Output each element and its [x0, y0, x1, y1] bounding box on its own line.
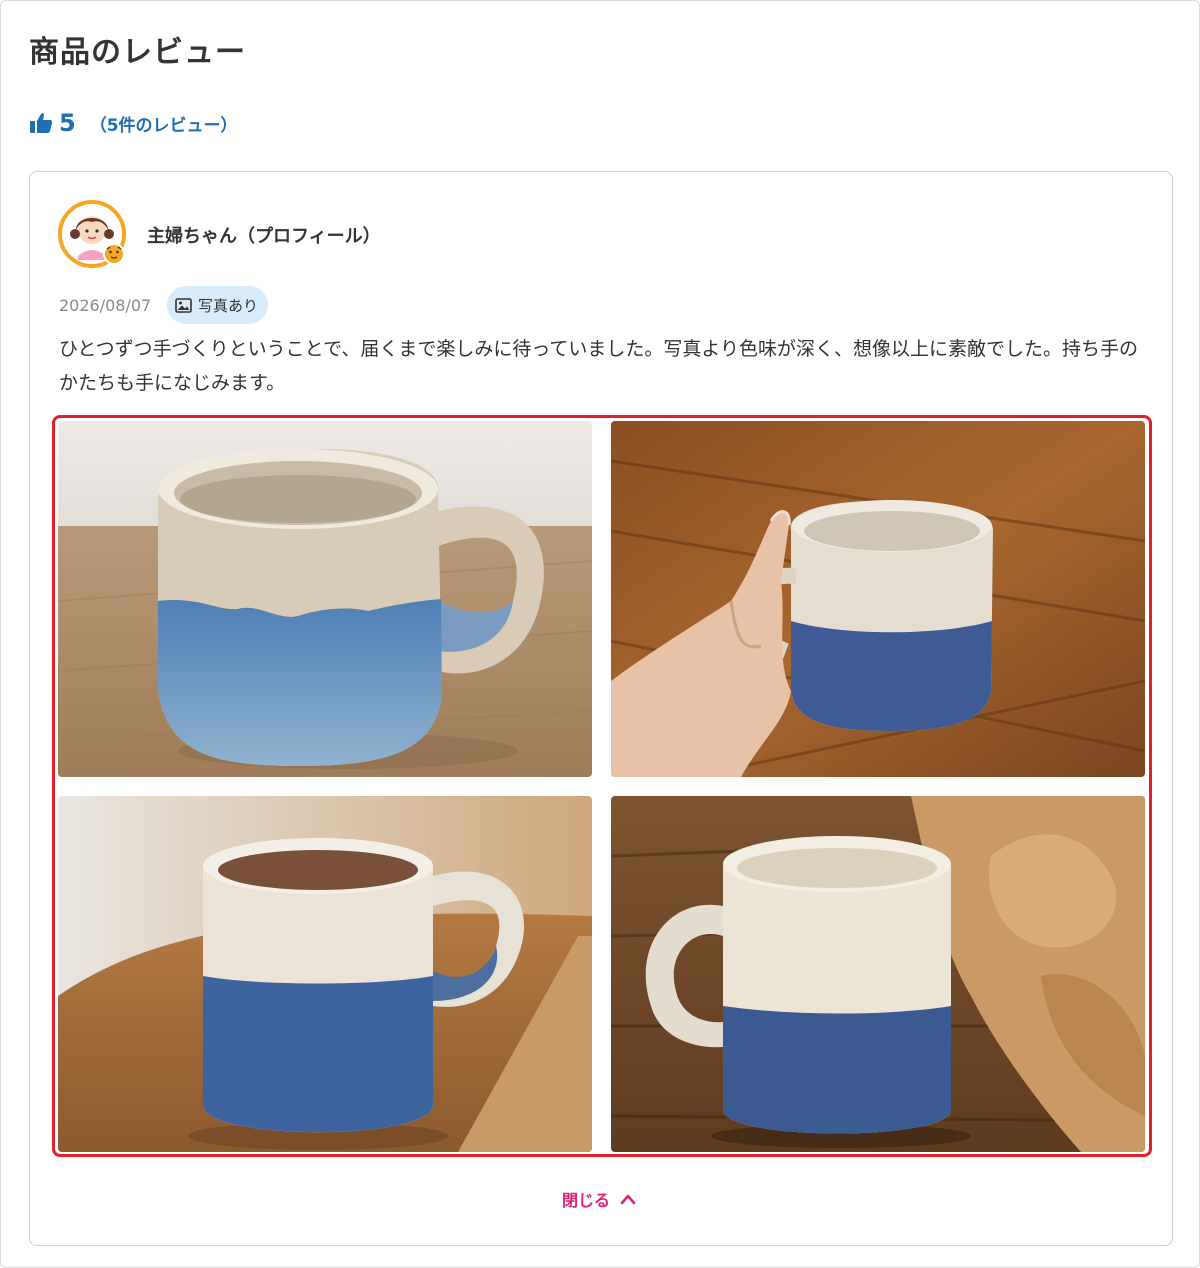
review-card: 主婦ちゃん（プロフィール） 2026/08/07 写真あり ひとつずつ手づくりと…	[29, 171, 1173, 1246]
review-photo-2[interactable]	[611, 421, 1145, 777]
mug-photo-image	[611, 796, 1145, 1152]
review-section: 商品のレビュー 5 （5件のレビュー） 主婦ちゃん（プロフィール） 2026/0	[0, 0, 1200, 1268]
user-name-link[interactable]: 主婦ちゃん（プロフィール）	[147, 222, 381, 248]
review-count-link[interactable]: （5件のレビュー）	[90, 111, 238, 136]
thumbs-up-icon	[30, 113, 53, 133]
rating-summary: 5 （5件のレビュー）	[29, 109, 238, 137]
user-avatar[interactable]	[58, 200, 126, 268]
photo-gallery	[52, 415, 1152, 1157]
mug-photo-image	[611, 421, 1145, 777]
rating-score: 5	[59, 109, 76, 137]
image-icon	[175, 297, 192, 313]
review-photo-1[interactable]	[58, 421, 592, 777]
mug-photo-image	[58, 421, 592, 777]
chevron-up-icon	[620, 1194, 636, 1205]
photo-badge: 写真あり	[167, 286, 269, 324]
review-photo-4[interactable]	[611, 796, 1145, 1152]
review-date: 2026/08/07	[59, 296, 152, 315]
photo-badge-label: 写真あり	[198, 296, 259, 315]
page-title: 商品のレビュー	[29, 35, 246, 70]
mug-photo-image	[58, 796, 592, 1152]
close-button-label: 閉じる	[562, 1191, 611, 1210]
review-photo-3[interactable]	[58, 796, 592, 1152]
close-button[interactable]: 閉じる	[562, 1187, 636, 1211]
review-text: ひとつずつ手づくりということで、届くまで楽しみに待っていました。写真より色味が深…	[59, 338, 1139, 394]
